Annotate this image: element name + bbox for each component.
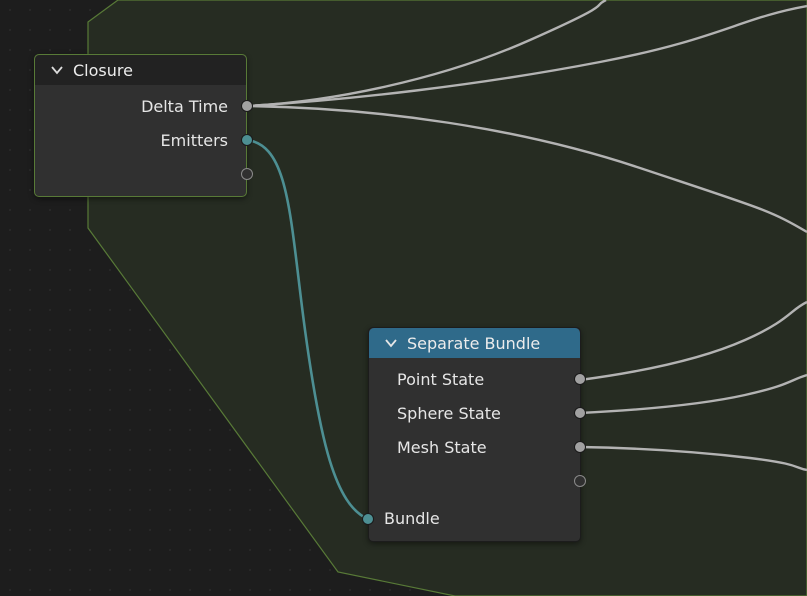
chevron-down-icon[interactable] [383,335,399,351]
input-label-bundle: Bundle [384,509,440,528]
link-mesh-state[interactable] [579,445,807,472]
separate-bundle-extend-output-socket[interactable] [574,475,586,487]
delta-time-output-socket[interactable] [241,100,253,112]
closure-extend-output-socket[interactable] [241,168,253,180]
emitters-output-socket[interactable] [241,134,253,146]
closure-node-header[interactable]: Closure [35,55,246,85]
output-label-emitters: Emitters [160,131,228,150]
closure-node-title: Closure [73,60,133,80]
link-sphere-state[interactable] [579,373,807,415]
mesh-state-output-socket[interactable] [574,441,586,453]
output-label-delta-time: Delta Time [141,97,228,116]
chevron-down-icon[interactable] [49,62,65,78]
separate-bundle-node[interactable]: Separate Bundle Point State Sphere State… [368,327,581,542]
point-state-output-socket[interactable] [574,373,586,385]
link-point-state[interactable] [579,300,807,382]
output-label-point-state: Point State [397,370,485,389]
sphere-state-output-socket[interactable] [574,407,586,419]
node-editor-canvas[interactable]: Closure Delta Time Emitters Separate Bun… [0,0,807,596]
link-delta-time-3[interactable] [246,104,807,234]
bundle-input-socket[interactable] [362,513,374,525]
separate-bundle-node-header[interactable]: Separate Bundle [369,328,580,358]
link-delta-time-2[interactable] [246,4,807,108]
link-emitters-to-bundle[interactable] [246,138,369,521]
output-label-sphere-state: Sphere State [397,404,501,423]
output-label-mesh-state: Mesh State [397,438,487,457]
closure-node[interactable]: Closure Delta Time Emitters [34,54,247,197]
separate-bundle-node-title: Separate Bundle [407,333,541,353]
